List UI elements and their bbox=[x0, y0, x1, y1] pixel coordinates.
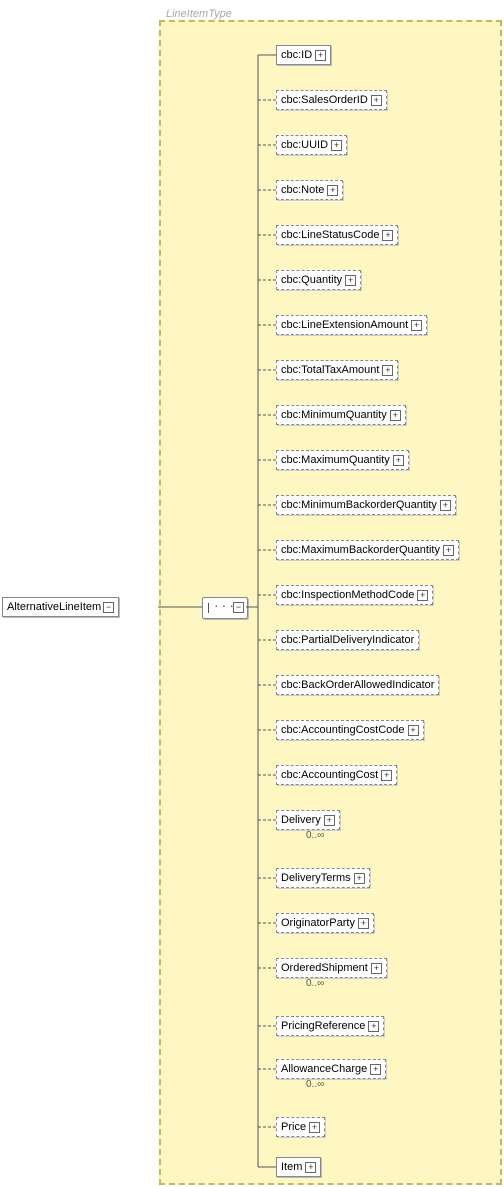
type-label: LineItemType bbox=[166, 8, 232, 20]
element-label: cbc:BackOrderAllowedIndicator bbox=[281, 679, 434, 691]
expand-icon[interactable] bbox=[327, 185, 338, 196]
element-label: cbc:InspectionMethodCode bbox=[281, 589, 414, 601]
schema-element[interactable]: cbc:ID bbox=[276, 45, 331, 65]
sequence-compositor[interactable] bbox=[202, 597, 248, 619]
schema-element[interactable]: cbc:BackOrderAllowedIndicator bbox=[276, 675, 439, 695]
expand-icon[interactable] bbox=[382, 230, 393, 241]
schema-element[interactable]: cbc:MaximumBackorderQuantity bbox=[276, 540, 459, 560]
element-label: cbc:LineStatusCode bbox=[281, 229, 379, 241]
collapse-icon[interactable] bbox=[103, 602, 114, 613]
element-label: cbc:MaximumQuantity bbox=[281, 454, 390, 466]
schema-element[interactable]: cbc:MaximumQuantity bbox=[276, 450, 409, 470]
schema-element[interactable]: OrderedShipment bbox=[276, 958, 387, 978]
cardinality-label: 0..∞ bbox=[306, 1079, 324, 1090]
element-label: cbc:AccountingCostCode bbox=[281, 724, 405, 736]
schema-element[interactable]: PricingReference bbox=[276, 1016, 384, 1036]
expand-icon[interactable] bbox=[371, 95, 382, 106]
element-label: cbc:MinimumQuantity bbox=[281, 409, 387, 421]
element-label: cbc:PartialDeliveryIndicator bbox=[281, 634, 414, 646]
element-label: cbc:MaximumBackorderQuantity bbox=[281, 544, 440, 556]
expand-icon[interactable] bbox=[358, 918, 369, 929]
schema-element[interactable]: cbc:PartialDeliveryIndicator bbox=[276, 630, 419, 650]
collapse-icon[interactable] bbox=[233, 602, 244, 613]
schema-element[interactable]: Delivery bbox=[276, 810, 340, 830]
expand-icon[interactable] bbox=[305, 1162, 316, 1173]
expand-icon[interactable] bbox=[345, 275, 356, 286]
element-label: OriginatorParty bbox=[281, 917, 355, 929]
schema-element[interactable]: cbc:Note bbox=[276, 180, 343, 200]
schema-element[interactable]: cbc:LineExtensionAmount bbox=[276, 315, 427, 335]
element-label: Price bbox=[281, 1121, 306, 1133]
schema-element[interactable]: cbc:Quantity bbox=[276, 270, 361, 290]
expand-icon[interactable] bbox=[315, 50, 326, 61]
expand-icon[interactable] bbox=[331, 140, 342, 151]
schema-element[interactable]: cbc:AccountingCost bbox=[276, 765, 397, 785]
element-label: cbc:MinimumBackorderQuantity bbox=[281, 499, 437, 511]
element-label: cbc:AccountingCost bbox=[281, 769, 378, 781]
cardinality-label: 0..∞ bbox=[306, 978, 324, 989]
element-label: Delivery bbox=[281, 814, 321, 826]
schema-element[interactable]: cbc:UUID bbox=[276, 135, 347, 155]
cardinality-label: 0..∞ bbox=[306, 830, 324, 841]
schema-element[interactable]: DeliveryTerms bbox=[276, 868, 370, 888]
schema-element[interactable]: Item bbox=[276, 1157, 321, 1177]
schema-element[interactable]: cbc:AccountingCostCode bbox=[276, 720, 424, 740]
element-label: cbc:Note bbox=[281, 184, 324, 196]
schema-element[interactable]: Price bbox=[276, 1117, 325, 1137]
expand-icon[interactable] bbox=[408, 725, 419, 736]
expand-icon[interactable] bbox=[443, 545, 454, 556]
schema-element[interactable]: cbc:SalesOrderID bbox=[276, 90, 387, 110]
element-label: DeliveryTerms bbox=[281, 872, 351, 884]
element-label: cbc:ID bbox=[281, 49, 312, 61]
schema-element[interactable]: OriginatorParty bbox=[276, 913, 374, 933]
element-label: cbc:TotalTaxAmount bbox=[281, 364, 379, 376]
schema-element[interactable]: cbc:MinimumBackorderQuantity bbox=[276, 495, 456, 515]
schema-element[interactable]: cbc:LineStatusCode bbox=[276, 225, 398, 245]
root-element[interactable]: AlternativeLineItem bbox=[2, 597, 119, 617]
element-label: Item bbox=[281, 1161, 302, 1173]
element-label: cbc:Quantity bbox=[281, 274, 342, 286]
expand-icon[interactable] bbox=[411, 320, 422, 331]
schema-element[interactable]: cbc:InspectionMethodCode bbox=[276, 585, 433, 605]
element-label: cbc:UUID bbox=[281, 139, 328, 151]
element-label: OrderedShipment bbox=[281, 962, 368, 974]
element-label: PricingReference bbox=[281, 1020, 365, 1032]
root-element-label: AlternativeLineItem bbox=[7, 601, 101, 613]
expand-icon[interactable] bbox=[368, 1021, 379, 1032]
expand-icon[interactable] bbox=[440, 500, 451, 511]
element-label: cbc:SalesOrderID bbox=[281, 94, 368, 106]
schema-element[interactable]: AllowanceCharge bbox=[276, 1059, 386, 1079]
expand-icon[interactable] bbox=[382, 365, 393, 376]
schema-element[interactable]: cbc:MinimumQuantity bbox=[276, 405, 406, 425]
expand-icon[interactable] bbox=[371, 963, 382, 974]
expand-icon[interactable] bbox=[390, 410, 401, 421]
expand-icon[interactable] bbox=[381, 770, 392, 781]
expand-icon[interactable] bbox=[417, 590, 428, 601]
expand-icon[interactable] bbox=[354, 873, 365, 884]
expand-icon[interactable] bbox=[324, 815, 335, 826]
schema-element[interactable]: cbc:TotalTaxAmount bbox=[276, 360, 398, 380]
element-label: cbc:LineExtensionAmount bbox=[281, 319, 408, 331]
expand-icon[interactable] bbox=[393, 455, 404, 466]
element-label: AllowanceCharge bbox=[281, 1063, 367, 1075]
expand-icon[interactable] bbox=[370, 1064, 381, 1075]
expand-icon[interactable] bbox=[309, 1122, 320, 1133]
